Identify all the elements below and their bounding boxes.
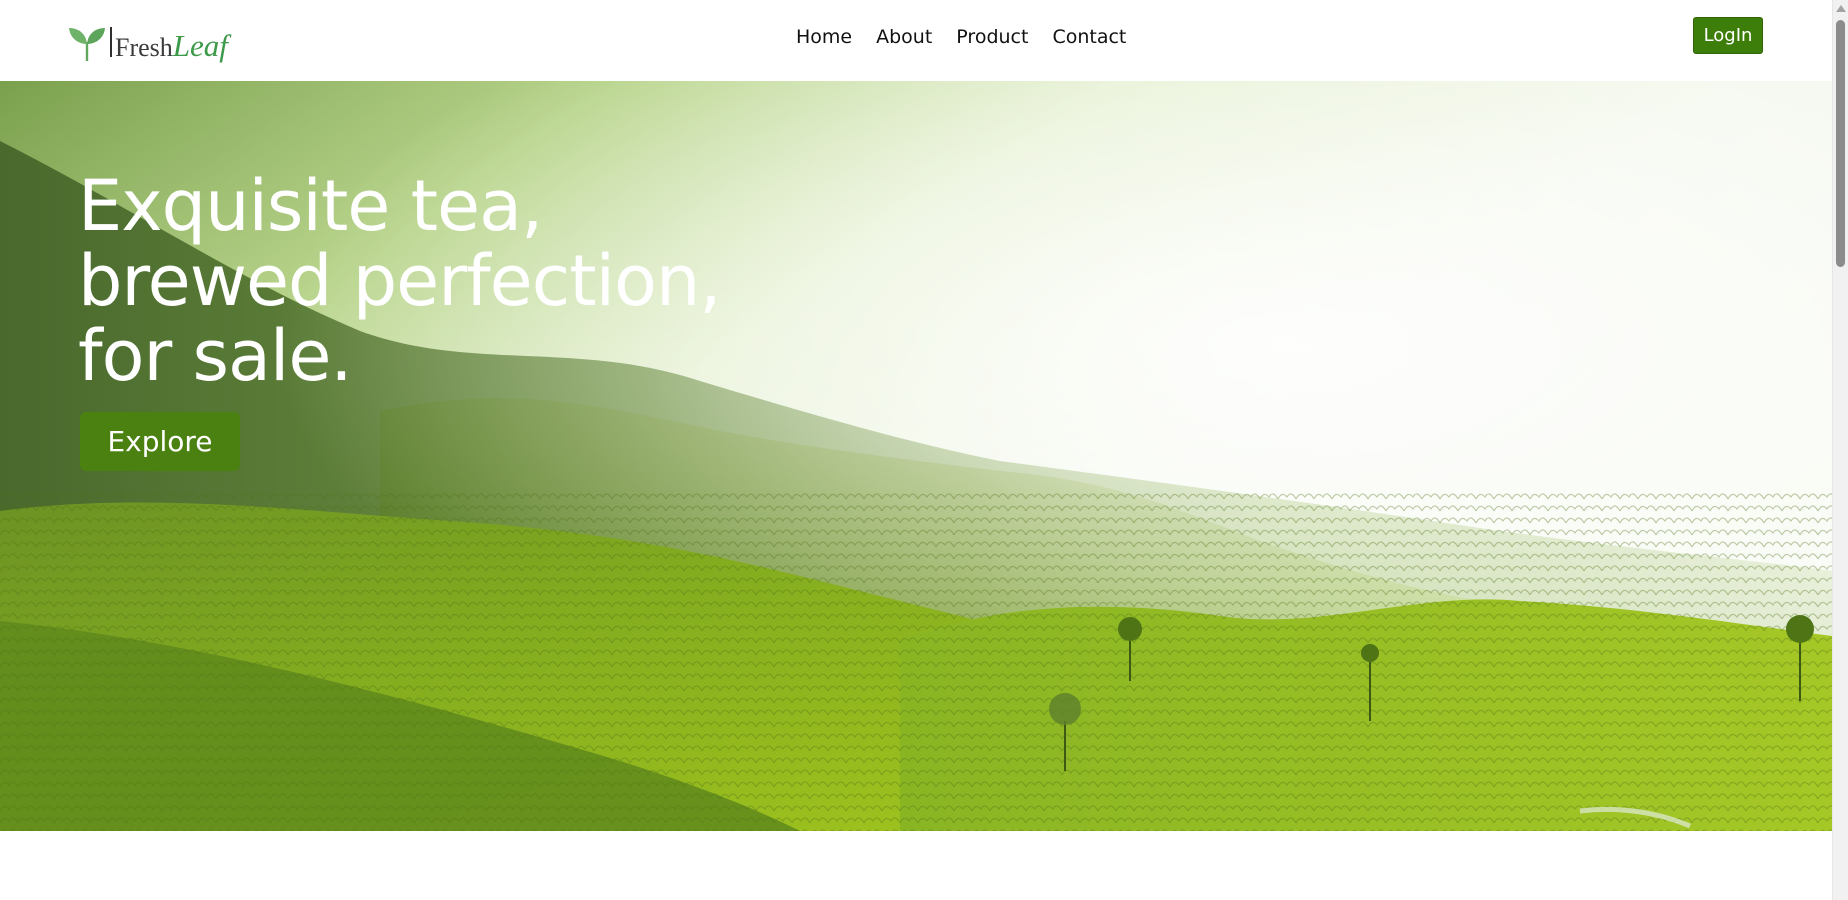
hero-section: Exquisite tea, brewed perfection, for sa… <box>0 81 1832 831</box>
brand-name-leaf: Leaf <box>172 27 228 63</box>
hero-headline-line-2: brewed perfection, <box>78 240 722 322</box>
nav-link-product[interactable]: Product <box>944 22 1040 52</box>
nav-link-about[interactable]: About <box>864 22 944 52</box>
hero-headline-line-1: Exquisite tea, <box>78 165 543 247</box>
scrollbar-thumb[interactable] <box>1836 20 1845 267</box>
scroll-up-arrow-icon[interactable] <box>1836 5 1846 12</box>
navbar: FreshLeaf Home About Product Contact Log… <box>0 0 1832 81</box>
nav-link-contact[interactable]: Contact <box>1040 22 1138 52</box>
hero-headline-line-3: for sale. <box>78 315 353 397</box>
login-button[interactable]: LogIn <box>1693 17 1763 54</box>
main-nav: Home About Product Contact <box>784 22 1138 52</box>
logo-divider <box>110 27 112 57</box>
page-scrollbar[interactable] <box>1832 0 1848 900</box>
sprout-leaf-icon <box>69 28 105 62</box>
brand-wordmark: FreshLeaf <box>115 30 228 61</box>
page: FreshLeaf Home About Product Contact Log… <box>0 0 1848 900</box>
hero-headline: Exquisite tea, brewed perfection, for sa… <box>78 165 722 397</box>
nav-link-home[interactable]: Home <box>784 22 864 52</box>
brand-name-fresh: Fresh <box>115 32 173 62</box>
brand-logo[interactable]: FreshLeaf <box>68 20 228 64</box>
explore-button[interactable]: Explore <box>80 412 240 471</box>
